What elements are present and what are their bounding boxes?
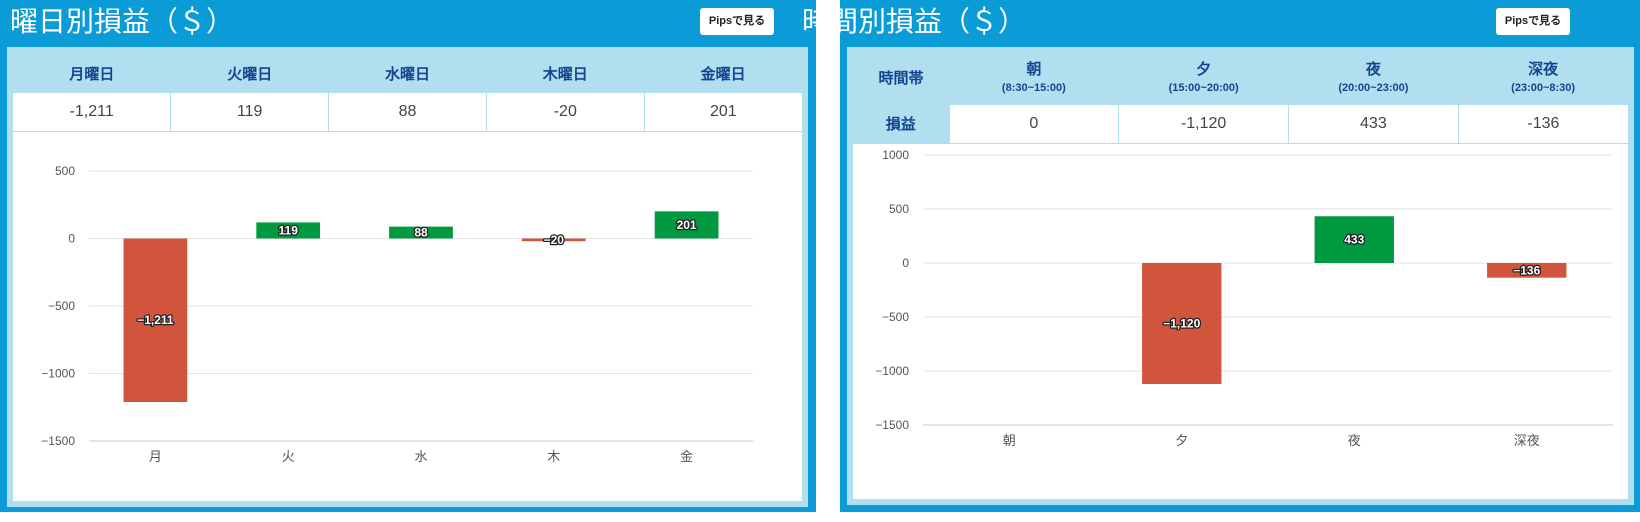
value-mon: -1,211 bbox=[13, 93, 171, 132]
value-latenight: -136 bbox=[1457, 105, 1628, 144]
y-tick-label: 500 bbox=[55, 164, 75, 178]
header-latenight-name: 深夜 bbox=[1528, 61, 1559, 78]
header-latenight: 深夜 (23:00~8:30) bbox=[1458, 53, 1628, 105]
row-pnl-label: 損益 bbox=[853, 105, 949, 144]
bar-data-label: 201 bbox=[677, 218, 697, 232]
header-night-name: 夜 bbox=[1365, 61, 1381, 78]
bar-data-label: −1,120 bbox=[1163, 316, 1200, 330]
timeslot-pips-button[interactable]: Pipsで見る bbox=[1496, 8, 1570, 35]
header-morning: 朝 (8:30~15:00) bbox=[949, 53, 1119, 105]
x-category-label: 夜 bbox=[1348, 434, 1361, 449]
x-category-label: 朝 bbox=[1003, 434, 1016, 449]
weekday-pnl-title: 曜日別損益（＄） bbox=[10, 5, 235, 38]
y-tick-label: −500 bbox=[48, 299, 75, 313]
value-morning: 0 bbox=[948, 105, 1119, 144]
bar-data-label: −20 bbox=[544, 233, 565, 247]
bar-data-label: 119 bbox=[279, 223, 299, 237]
header-morning-range: (8:30~15:00) bbox=[1001, 82, 1066, 94]
y-tick-label: 0 bbox=[902, 256, 909, 270]
y-tick-label: −1000 bbox=[41, 367, 75, 381]
value-fri: 201 bbox=[643, 93, 802, 132]
x-category-label: 深夜 bbox=[1514, 434, 1540, 449]
header-fri: 金曜日 bbox=[644, 53, 802, 93]
header-mon: 月曜日 bbox=[13, 53, 171, 93]
weekday-pnl-card: 月曜日 火曜日 水曜日 木曜日 金曜日 -1,211 119 88 -20 20… bbox=[7, 47, 808, 507]
x-category-label: 金 bbox=[680, 449, 693, 465]
bar-data-label: −136 bbox=[1513, 263, 1540, 277]
header-night: 夜 (20:00~23:00) bbox=[1288, 53, 1459, 105]
y-tick-label: 1000 bbox=[882, 148, 909, 162]
header-timeslot-label: 時間帯 bbox=[853, 53, 949, 105]
x-category-label: 火 bbox=[282, 450, 295, 465]
header-evening: 夕 (15:00~20:00) bbox=[1118, 53, 1289, 105]
header-latenight-range: (23:00~8:30) bbox=[1511, 82, 1576, 94]
timeslot-pnl-title: 時間別損益（＄） bbox=[802, 5, 1027, 38]
weekday-pnl-chart: 500 0 −500 −1000 −1500 −1,211 月 119 火 88 水 −20 木 201 金 bbox=[41, 164, 753, 465]
bar-data-label: 88 bbox=[414, 226, 428, 240]
header-wed: 水曜日 bbox=[328, 53, 487, 93]
x-category-label: 夕 bbox=[1175, 434, 1188, 449]
timeslot-pnl-table: 時間帯 朝 (8:30~15:00) 夕 (15:00~20:00) 夜 (20:00… bbox=[853, 53, 1628, 144]
y-tick-label: −1000 bbox=[875, 364, 909, 378]
y-tick-label: −1500 bbox=[41, 434, 75, 448]
weekday-pnl-table: 月曜日 火曜日 水曜日 木曜日 金曜日 -1,211 119 88 -20 20… bbox=[13, 53, 802, 132]
header-morning-name: 朝 bbox=[1026, 61, 1042, 78]
bar-data-label: 433 bbox=[1344, 233, 1364, 247]
value-thu: -20 bbox=[485, 93, 645, 132]
x-category-label: 水 bbox=[414, 450, 427, 465]
header-thu: 木曜日 bbox=[486, 53, 645, 93]
value-wed: 88 bbox=[328, 93, 487, 132]
x-category-label: 木 bbox=[547, 450, 560, 465]
bar-data-label: −1,211 bbox=[137, 313, 174, 327]
timeslot-pnl-chart: 1000 500 0 −500 −1000 −1500 朝 −1,120 夕 433 夜 −136 深夜 bbox=[875, 148, 1613, 449]
header-evening-range: (15:00~20:00) bbox=[1168, 82, 1239, 94]
header-night-range: (20:00~23:00) bbox=[1338, 82, 1409, 94]
header-tue: 火曜日 bbox=[170, 53, 329, 93]
weekday-pips-button[interactable]: Pipsで見る bbox=[700, 8, 774, 35]
value-night: 433 bbox=[1288, 105, 1459, 144]
value-tue: 119 bbox=[170, 93, 329, 132]
y-tick-label: −500 bbox=[882, 310, 909, 324]
y-tick-label: −1500 bbox=[875, 418, 909, 432]
header-evening-name: 夕 bbox=[1196, 61, 1212, 78]
timeslot-pnl-card: 時間帯 朝 (8:30~15:00) 夕 (15:00~20:00) 夜 (20:00… bbox=[847, 47, 1634, 505]
x-category-label: 月 bbox=[149, 450, 162, 465]
value-evening: -1,120 bbox=[1118, 105, 1289, 144]
y-tick-label: 0 bbox=[68, 232, 75, 246]
y-tick-label: 500 bbox=[889, 202, 909, 216]
